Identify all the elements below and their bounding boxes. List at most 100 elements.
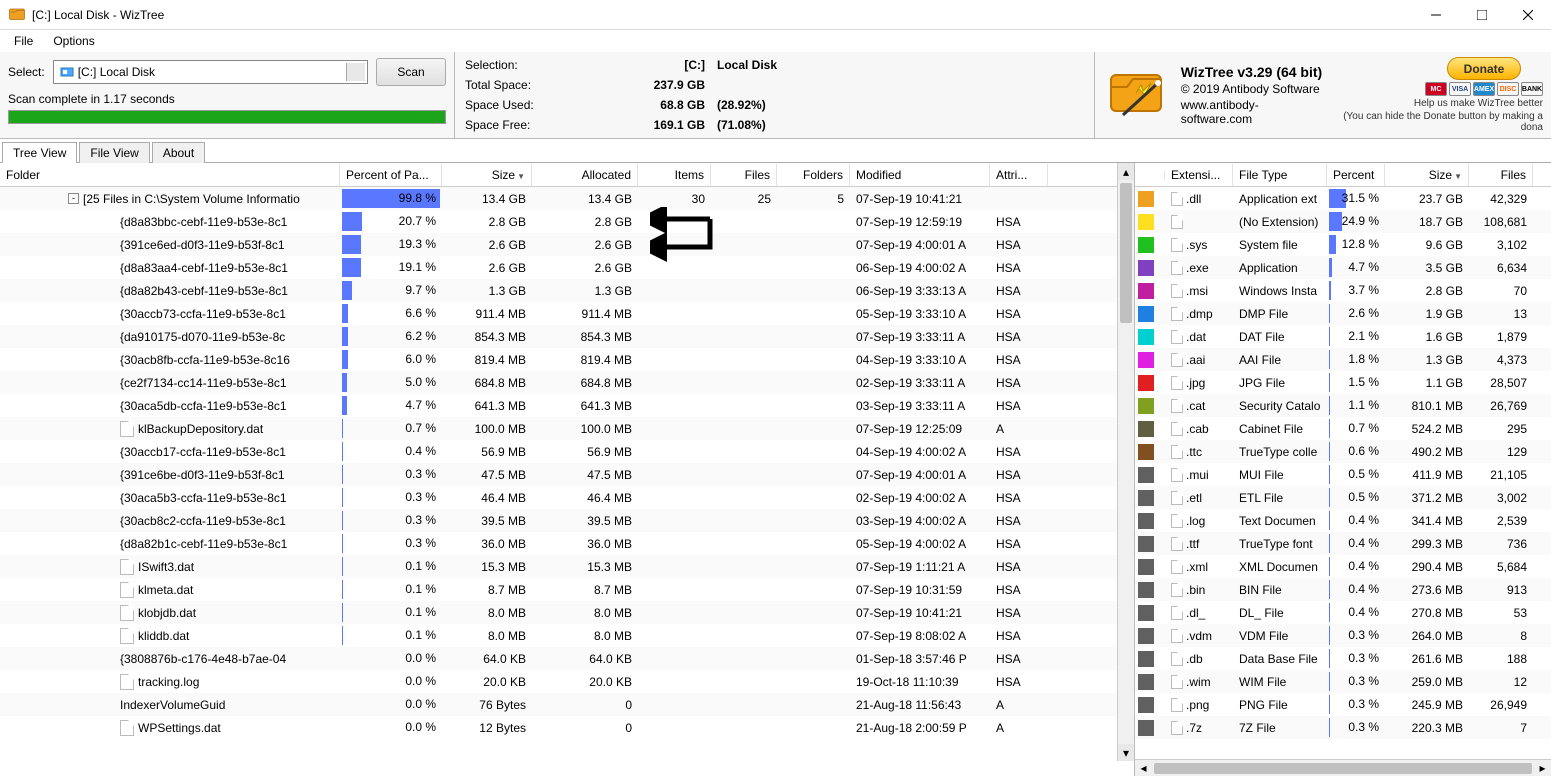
- table-row[interactable]: IndexerVolumeGuid0.0 %76 Bytes021-Aug-18…: [0, 693, 1134, 716]
- left-scrollbar-v[interactable]: ▴ ▾: [1117, 163, 1134, 761]
- ext-row[interactable]: .wimWIM File0.3 %259.0 MB12: [1135, 670, 1551, 693]
- minimize-button[interactable]: [1413, 0, 1459, 30]
- menu-file[interactable]: File: [6, 32, 41, 50]
- ext-row[interactable]: .binBIN File0.4 %273.6 MB913: [1135, 578, 1551, 601]
- tab-about[interactable]: About: [152, 142, 205, 163]
- ext-row[interactable]: .aaiAAI File1.8 %1.3 GB4,373: [1135, 348, 1551, 371]
- ext-row[interactable]: .dllApplication ext31.5 %23.7 GB42,329: [1135, 187, 1551, 210]
- scroll-thumb[interactable]: [1120, 183, 1132, 323]
- ext-row[interactable]: .msiWindows Insta3.7 %2.8 GB70: [1135, 279, 1551, 302]
- right-grid-body[interactable]: .dllApplication ext31.5 %23.7 GB42,329(N…: [1135, 187, 1551, 759]
- ext-color-swatch: [1138, 697, 1154, 713]
- table-row[interactable]: {d8a83aa4-cebf-11e9-b53e-8c119.1 %2.6 GB…: [0, 256, 1134, 279]
- ext-row[interactable]: (No Extension)24.9 %18.7 GB108,681: [1135, 210, 1551, 233]
- table-row[interactable]: kliddb.dat0.1 %8.0 MB8.0 MB07-Sep-19 8:0…: [0, 624, 1134, 647]
- table-row[interactable]: {30aca5b3-ccfa-11e9-b53e-8c10.3 %46.4 MB…: [0, 486, 1134, 509]
- table-row[interactable]: WPSettings.dat0.0 %12 Bytes021-Aug-18 2:…: [0, 716, 1134, 739]
- col-files[interactable]: Files: [711, 164, 777, 186]
- ext-row[interactable]: .datDAT File2.1 %1.6 GB1,879: [1135, 325, 1551, 348]
- col-files-r[interactable]: Files: [1469, 164, 1533, 186]
- ext-row[interactable]: .sysSystem file12.8 %9.6 GB3,102: [1135, 233, 1551, 256]
- col-attr[interactable]: Attri...: [990, 164, 1048, 186]
- ext-row[interactable]: .vdmVDM File0.3 %264.0 MB8: [1135, 624, 1551, 647]
- col-color[interactable]: [1135, 171, 1165, 179]
- tab-tree-view[interactable]: Tree View: [2, 142, 77, 163]
- table-row[interactable]: {30accb73-ccfa-11e9-b53e-8c16.6 %911.4 M…: [0, 302, 1134, 325]
- stat-used-pct: (28.92%): [705, 98, 795, 112]
- ext-row[interactable]: .dl_DL_ File0.4 %270.8 MB53: [1135, 601, 1551, 624]
- window-title: [C:] Local Disk - WizTree: [32, 8, 1413, 22]
- file-name: {30aca5b3-ccfa-11e9-b53e-8c1: [120, 491, 287, 505]
- about-url[interactable]: www.antibody-software.com: [1181, 98, 1326, 126]
- ext-row[interactable]: .jpgJPG File1.5 %1.1 GB28,507: [1135, 371, 1551, 394]
- col-size-r[interactable]: Size▼: [1385, 164, 1469, 186]
- tab-file-view[interactable]: File View: [79, 142, 149, 163]
- table-row[interactable]: {391ce6be-d0f3-11e9-b53f-8c10.3 %47.5 MB…: [0, 463, 1134, 486]
- scan-button[interactable]: Scan: [376, 58, 446, 86]
- ext-row[interactable]: .cabCabinet File0.7 %524.2 MB295: [1135, 417, 1551, 440]
- table-row[interactable]: klBackupDepository.dat0.7 %100.0 MB100.0…: [0, 417, 1134, 440]
- donate-button[interactable]: Donate: [1447, 57, 1522, 80]
- scroll-hthumb[interactable]: [1154, 763, 1532, 774]
- file-name: {d8a83bbc-cebf-11e9-b53e-8c1: [120, 215, 287, 229]
- ext-row[interactable]: .exeApplication4.7 %3.5 GB6,634: [1135, 256, 1551, 279]
- drive-select[interactable]: [C:] Local Disk: [53, 60, 368, 84]
- ext-row[interactable]: .ttfTrueType font0.4 %299.3 MB736: [1135, 532, 1551, 555]
- filetype-icon: [1171, 261, 1183, 275]
- right-scrollbar-h[interactable]: ◂ ▸: [1135, 759, 1551, 776]
- col-size[interactable]: Size▼: [442, 164, 532, 186]
- table-row[interactable]: -[25 Files in C:\System Volume Informati…: [0, 187, 1134, 210]
- ext-row[interactable]: .xmlXML Documen0.4 %290.4 MB5,684: [1135, 555, 1551, 578]
- col-percent[interactable]: Percent of Pa...: [340, 164, 442, 186]
- table-row[interactable]: klmeta.dat0.1 %8.7 MB8.7 MB07-Sep-19 10:…: [0, 578, 1134, 601]
- table-row[interactable]: {30aca5db-ccfa-11e9-b53e-8c14.7 %641.3 M…: [0, 394, 1134, 417]
- col-folders[interactable]: Folders: [777, 164, 850, 186]
- scroll-up-icon[interactable]: ▴: [1118, 163, 1134, 180]
- col-modified[interactable]: Modified: [850, 164, 990, 186]
- maximize-button[interactable]: [1459, 0, 1505, 30]
- close-button[interactable]: [1505, 0, 1551, 30]
- table-row[interactable]: {d8a82b1c-cebf-11e9-b53e-8c10.3 %36.0 MB…: [0, 532, 1134, 555]
- scroll-left-icon[interactable]: ◂: [1135, 761, 1152, 775]
- file-name: tracking.log: [138, 675, 199, 689]
- ext-row[interactable]: .catSecurity Catalo1.1 %810.1 MB26,769: [1135, 394, 1551, 417]
- table-row[interactable]: {30acb8fb-ccfa-11e9-b53e-8c166.0 %819.4 …: [0, 348, 1134, 371]
- stat-free-pct: (71.08%): [705, 118, 795, 132]
- table-row[interactable]: {da910175-d070-11e9-b53e-8c6.2 %854.3 MB…: [0, 325, 1134, 348]
- table-row[interactable]: {d8a83bbc-cebf-11e9-b53e-8c120.7 %2.8 GB…: [0, 210, 1134, 233]
- col-ext[interactable]: Extensi...: [1165, 164, 1233, 186]
- ext-row[interactable]: .etlETL File0.5 %371.2 MB3,002: [1135, 486, 1551, 509]
- col-items[interactable]: Items: [638, 164, 711, 186]
- ext-row[interactable]: .pngPNG File0.3 %245.9 MB26,949: [1135, 693, 1551, 716]
- filetype-icon: [1171, 629, 1183, 643]
- col-type[interactable]: File Type: [1233, 164, 1327, 186]
- ext-row[interactable]: .ttcTrueType colle0.6 %490.2 MB129: [1135, 440, 1551, 463]
- table-row[interactable]: {391ce6ed-d0f3-11e9-b53f-8c119.3 %2.6 GB…: [0, 233, 1134, 256]
- table-row[interactable]: {3808876b-c176-4e48-b7ae-040.0 %64.0 KB6…: [0, 647, 1134, 670]
- scan-progress: [8, 110, 446, 124]
- ext-row[interactable]: .dmpDMP File2.6 %1.9 GB13: [1135, 302, 1551, 325]
- ext-row[interactable]: .7z7Z File0.3 %220.3 MB7: [1135, 716, 1551, 739]
- scroll-right-icon[interactable]: ▸: [1534, 761, 1551, 775]
- filetype-icon: [1171, 307, 1183, 321]
- table-row[interactable]: {30accb17-ccfa-11e9-b53e-8c10.4 %56.9 MB…: [0, 440, 1134, 463]
- col-allocated[interactable]: Allocated: [532, 164, 638, 186]
- filetype-icon: [1171, 652, 1183, 666]
- table-row[interactable]: {d8a82b43-cebf-11e9-b53e-8c19.7 %1.3 GB1…: [0, 279, 1134, 302]
- table-row[interactable]: klobjdb.dat0.1 %8.0 MB8.0 MB07-Sep-19 10…: [0, 601, 1134, 624]
- tree-collapse-icon[interactable]: -: [68, 193, 79, 204]
- file-name: {30accb73-ccfa-11e9-b53e-8c1: [120, 307, 286, 321]
- col-pct-r[interactable]: Percent: [1327, 164, 1385, 186]
- ext-row[interactable]: .dbData Base File0.3 %261.6 MB188: [1135, 647, 1551, 670]
- table-row[interactable]: tracking.log0.0 %20.0 KB20.0 KB19-Oct-18…: [0, 670, 1134, 693]
- ext-row[interactable]: .logText Documen0.4 %341.4 MB2,539: [1135, 509, 1551, 532]
- ext-row[interactable]: .muiMUI File0.5 %411.9 MB21,105: [1135, 463, 1551, 486]
- table-row[interactable]: {ce2f7134-cc14-11e9-b53e-8c15.0 %684.8 M…: [0, 371, 1134, 394]
- drive-icon: [60, 65, 74, 79]
- table-row[interactable]: {30acb8c2-ccfa-11e9-b53e-8c10.3 %39.5 MB…: [0, 509, 1134, 532]
- left-grid-body[interactable]: -[25 Files in C:\System Volume Informati…: [0, 187, 1134, 776]
- col-folder[interactable]: Folder: [0, 164, 340, 186]
- menu-options[interactable]: Options: [45, 32, 102, 50]
- scroll-down-icon[interactable]: ▾: [1118, 744, 1134, 761]
- table-row[interactable]: ISwift3.dat0.1 %15.3 MB15.3 MB07-Sep-19 …: [0, 555, 1134, 578]
